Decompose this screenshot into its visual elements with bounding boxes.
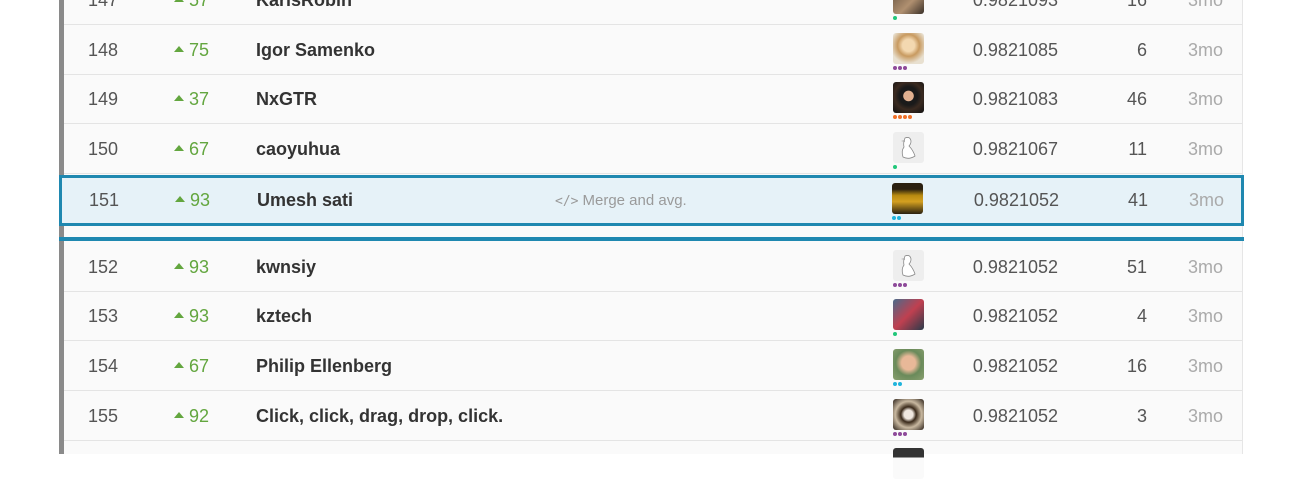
avatar[interactable]: [893, 349, 924, 380]
score: 0.9821067: [972, 139, 1058, 159]
score: 0.9821052: [972, 406, 1058, 426]
team-name[interactable]: Umesh sati: [257, 178, 557, 223]
avatar[interactable]: [893, 448, 924, 479]
score: 0.9821052: [973, 190, 1059, 210]
team-name[interactable]: Click, click, drag, drop, click.: [256, 392, 556, 441]
last-submission: 3mo: [1187, 257, 1223, 277]
score: 0.9821083: [972, 89, 1058, 109]
leaderboard-row[interactable]: 155 92 Click, click, drag, drop, click. …: [64, 392, 1242, 441]
submission-note[interactable]: </> Merge and avg.: [555, 178, 815, 223]
avatar[interactable]: [893, 132, 924, 163]
entries-count: 51: [1126, 257, 1147, 277]
up-arrow-icon: [174, 412, 184, 419]
leaderboard-row[interactable]: 152 93 kwnsiy 0.9821052 51 3mo: [64, 243, 1242, 292]
tier-dots: [893, 66, 908, 70]
last-submission: 3mo: [1187, 356, 1223, 376]
last-submission: 3mo: [1187, 0, 1223, 10]
rank-change: 93: [174, 243, 234, 292]
code-icon: </>: [555, 194, 579, 209]
last-submission: 3mo: [1187, 40, 1223, 60]
tier-dots: [893, 283, 908, 287]
avatar[interactable]: [892, 183, 923, 214]
goose-icon: [901, 255, 916, 277]
tier-dots: [893, 16, 898, 20]
team-name[interactable]: kztech: [256, 292, 556, 341]
last-submission: 3mo: [1187, 406, 1223, 426]
rank-change: 75: [174, 26, 234, 75]
last-submission: 3mo: [1187, 306, 1223, 326]
rank: 149: [88, 89, 119, 109]
tier-dots: [893, 115, 913, 119]
score: 0.9821052: [972, 356, 1058, 376]
rank: 155: [88, 406, 119, 426]
avatar[interactable]: [893, 399, 924, 430]
tier-dots: [893, 432, 908, 436]
rank-change: 67: [174, 342, 234, 391]
up-arrow-icon: [174, 46, 184, 53]
team-name[interactable]: Philip Ellenberg: [256, 342, 556, 391]
up-arrow-icon: [174, 0, 184, 3]
leaderboard-row[interactable]: 153 93 kztech 0.9821052 4 3mo: [64, 292, 1242, 341]
last-submission: 3mo: [1187, 139, 1223, 159]
tier-dots: [893, 165, 898, 169]
leaderboard-row[interactable]: [64, 441, 1242, 490]
entries-count: 11: [1128, 139, 1147, 159]
team-name[interactable]: kwnsiy: [256, 243, 556, 292]
leaderboard-right-border: [1242, 0, 1243, 454]
avatar[interactable]: [893, 0, 924, 14]
avatar[interactable]: [893, 33, 924, 64]
tier-dots: [893, 332, 898, 336]
team-name[interactable]: NxGTR: [256, 75, 556, 124]
own-rank-divider: [59, 237, 1244, 241]
entries-count: 41: [1127, 190, 1148, 210]
entries-count: 46: [1126, 89, 1147, 109]
leaderboard-row[interactable]: 149 37 NxGTR 0.9821083 46 3mo: [64, 75, 1242, 124]
last-submission: 3mo: [1187, 89, 1223, 109]
score: 0.9821093: [972, 0, 1058, 10]
leaderboard-row[interactable]: 148 75 Igor Samenko 0.9821085 6 3mo: [64, 26, 1242, 75]
rank: 148: [88, 40, 119, 60]
team-name[interactable]: KarisRobin: [256, 0, 556, 25]
up-arrow-icon: [174, 263, 184, 270]
own-team-row[interactable]: 151 93 Umesh sati </> Merge and avg. 0.98…: [59, 175, 1244, 226]
score: 0.9821085: [972, 40, 1058, 60]
rank-change: 93: [175, 178, 235, 223]
rank: 154: [88, 356, 119, 376]
tier-dots: [892, 216, 902, 220]
last-submission: 3mo: [1188, 190, 1224, 210]
score: 0.9821052: [972, 257, 1058, 277]
entries-count: 4: [1136, 306, 1147, 326]
team-name[interactable]: caoyuhua: [256, 125, 556, 174]
rank: 151: [89, 190, 120, 210]
team-name[interactable]: Igor Samenko: [256, 26, 556, 75]
rank-change: 92: [174, 392, 234, 441]
rank-change: 93: [174, 292, 234, 341]
goose-icon: [901, 137, 916, 159]
avatar[interactable]: [893, 299, 924, 330]
up-arrow-icon: [175, 196, 185, 203]
avatar[interactable]: [893, 82, 924, 113]
rank: 150: [88, 139, 119, 159]
score: 0.9821052: [972, 306, 1058, 326]
rank: 153: [88, 306, 119, 326]
rank: 147: [88, 0, 119, 10]
entries-count: 6: [1136, 40, 1147, 60]
entries-count: 16: [1126, 0, 1147, 10]
entries-count: 16: [1126, 356, 1147, 376]
avatar[interactable]: [893, 250, 924, 281]
leaderboard-row[interactable]: 150 67 caoyuhua 0.9821067 11 3mo: [64, 125, 1242, 174]
rank-change: 57: [174, 0, 234, 25]
rank-change: 67: [174, 125, 234, 174]
rank: 152: [88, 257, 119, 277]
rank-change: 37: [174, 75, 234, 124]
entries-count: 3: [1136, 406, 1147, 426]
up-arrow-icon: [174, 95, 184, 102]
leaderboard-row[interactable]: 154 67 Philip Ellenberg 0.9821052 16 3mo: [64, 342, 1242, 391]
leaderboard-row[interactable]: 147 57 KarisRobin 0.9821093 16 3mo: [64, 0, 1242, 25]
up-arrow-icon: [174, 362, 184, 369]
up-arrow-icon: [174, 312, 184, 319]
tier-dots: [893, 382, 903, 386]
up-arrow-icon: [174, 145, 184, 152]
